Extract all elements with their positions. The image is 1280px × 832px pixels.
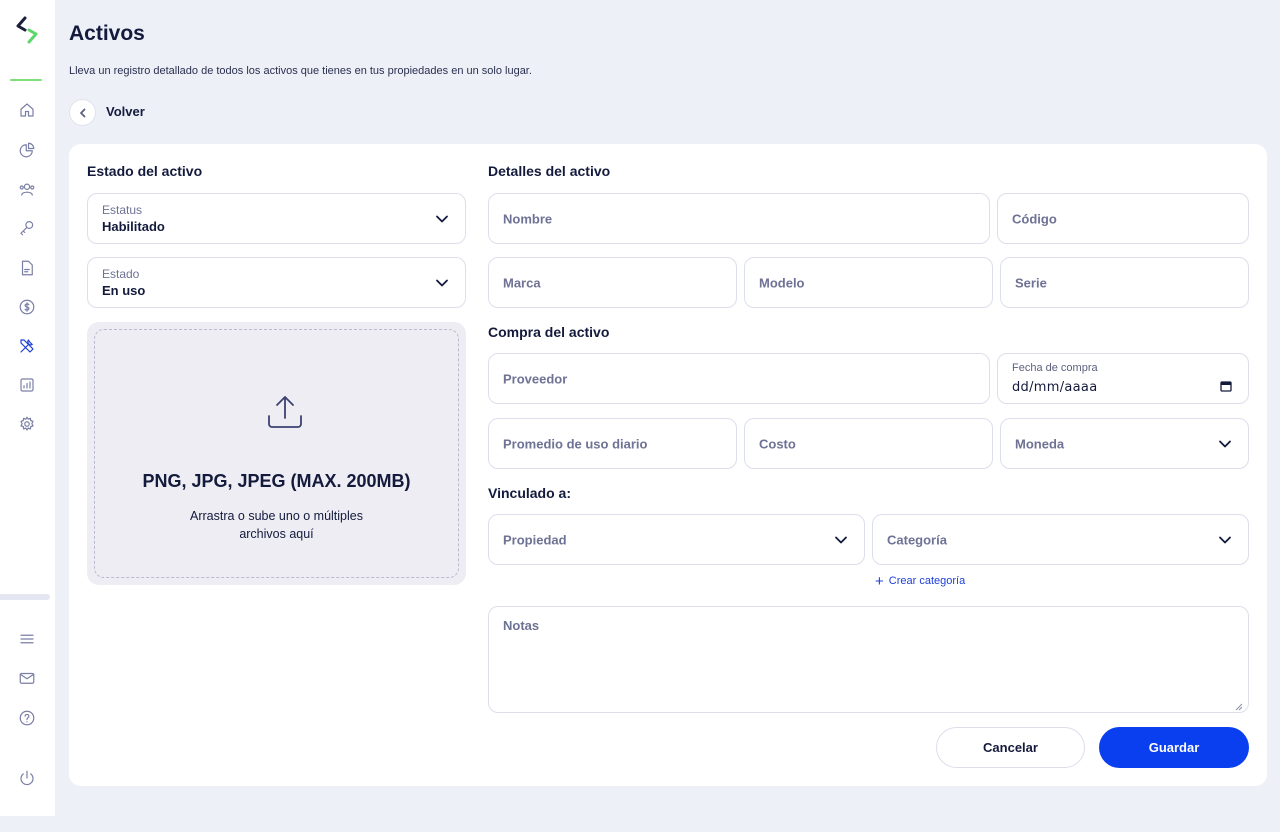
back-label[interactable]: Volver — [106, 104, 145, 119]
estado-section-title: Estado del activo — [87, 163, 203, 179]
document-icon[interactable] — [16, 257, 38, 279]
cancel-button[interactable]: Cancelar — [936, 727, 1085, 768]
chevron-down-icon — [435, 276, 449, 290]
fecha-compra-input[interactable]: Fecha de compra dd/mm/aaaa — [997, 353, 1249, 404]
modelo-placeholder: Modelo — [759, 275, 805, 290]
notes-textarea[interactable]: Notas — [488, 606, 1249, 713]
moneda-placeholder: Moneda — [1015, 436, 1065, 451]
promedio-uso-input[interactable]: Promedio de uso diario — [488, 418, 737, 469]
codigo-input[interactable]: Código — [997, 193, 1249, 244]
serie-placeholder: Serie — [1015, 275, 1047, 290]
proveedor-input[interactable]: Proveedor — [488, 353, 990, 404]
upload-formats: PNG, JPG, JPEG (MAX. 200MB) — [142, 471, 411, 491]
help-icon[interactable] — [16, 707, 38, 729]
vinculado-section-title: Vinculado a: — [488, 485, 571, 501]
chevron-down-icon — [834, 533, 848, 547]
app-logo[interactable] — [15, 16, 39, 44]
power-icon[interactable] — [16, 767, 38, 789]
tools-icon[interactable] — [16, 335, 38, 357]
save-button[interactable]: Guardar — [1099, 727, 1249, 768]
page-subtitle: Lleva un registro detallado de todos los… — [69, 65, 532, 77]
logo-divider — [10, 79, 42, 81]
upload-hint: Arrastra o sube uno o múltiples archivos… — [189, 509, 363, 541]
calendar-icon[interactable] — [1220, 379, 1232, 392]
compra-section-title: Compra del activo — [488, 324, 610, 340]
dollar-icon[interactable] — [16, 296, 38, 318]
create-category-label: Crear categoría — [888, 575, 966, 587]
estado-value: En uso — [102, 283, 146, 298]
categoria-select[interactable]: Categoría — [872, 514, 1249, 565]
create-category-link[interactable]: + Crear categoría — [875, 572, 966, 590]
chevron-down-icon — [1218, 533, 1232, 547]
proveedor-placeholder: Proveedor — [503, 371, 568, 386]
propiedad-placeholder: Propiedad — [503, 532, 567, 547]
asset-form-card: Estado del activo Estatus Habilitado Est… — [69, 144, 1267, 786]
menu-icon[interactable] — [16, 628, 38, 650]
pie-chart-icon[interactable] — [16, 139, 38, 161]
sidebar — [0, 0, 56, 816]
detalles-section-title: Detalles del activo — [488, 163, 611, 179]
upload-icon — [265, 392, 305, 432]
resize-grip-icon[interactable] — [1234, 698, 1243, 711]
serie-input[interactable]: Serie — [1000, 257, 1249, 308]
plus-icon: + — [875, 572, 884, 590]
chevron-left-icon — [79, 108, 85, 117]
chevron-down-icon — [435, 212, 449, 226]
settings-icon[interactable] — [16, 413, 38, 435]
marca-input[interactable]: Marca — [488, 257, 737, 308]
estado-select[interactable]: Estado En uso — [87, 257, 466, 308]
upload-dropzone[interactable]: PNG, JPG, JPEG (MAX. 200MB) Arrastra o s… — [87, 322, 466, 585]
upload-dropzone-border[interactable]: PNG, JPG, JPEG (MAX. 200MB) Arrastra o s… — [94, 329, 459, 578]
sidebar-scrollbar[interactable] — [0, 594, 50, 600]
mail-icon[interactable] — [16, 667, 38, 689]
users-icon[interactable] — [16, 178, 38, 200]
back-button[interactable] — [69, 99, 96, 126]
notes-placeholder: Notas — [503, 618, 540, 633]
estatus-label: Estatus — [102, 203, 143, 217]
promedio-placeholder: Promedio de uso diario — [503, 436, 648, 451]
costo-placeholder: Costo — [759, 436, 796, 451]
page-title: Activos — [69, 22, 145, 45]
moneda-select[interactable]: Moneda — [1000, 418, 1249, 469]
codigo-placeholder: Código — [1012, 211, 1057, 226]
nombre-placeholder: Nombre — [503, 211, 553, 226]
fecha-compra-value: dd/mm/aaaa — [1012, 380, 1098, 395]
propiedad-select[interactable]: Propiedad — [488, 514, 865, 565]
estado-label: Estado — [102, 267, 140, 281]
nombre-input[interactable]: Nombre — [488, 193, 990, 244]
marca-placeholder: Marca — [503, 275, 541, 290]
categoria-placeholder: Categoría — [887, 532, 947, 547]
fecha-compra-label: Fecha de compra — [1012, 362, 1098, 374]
chevron-down-icon — [1218, 437, 1232, 451]
estatus-value: Habilitado — [102, 219, 165, 234]
home-icon[interactable] — [16, 99, 38, 121]
costo-input[interactable]: Costo — [744, 418, 993, 469]
report-icon[interactable] — [16, 374, 38, 396]
key-icon[interactable] — [16, 217, 38, 239]
modelo-input[interactable]: Modelo — [744, 257, 993, 308]
estatus-select[interactable]: Estatus Habilitado — [87, 193, 466, 244]
